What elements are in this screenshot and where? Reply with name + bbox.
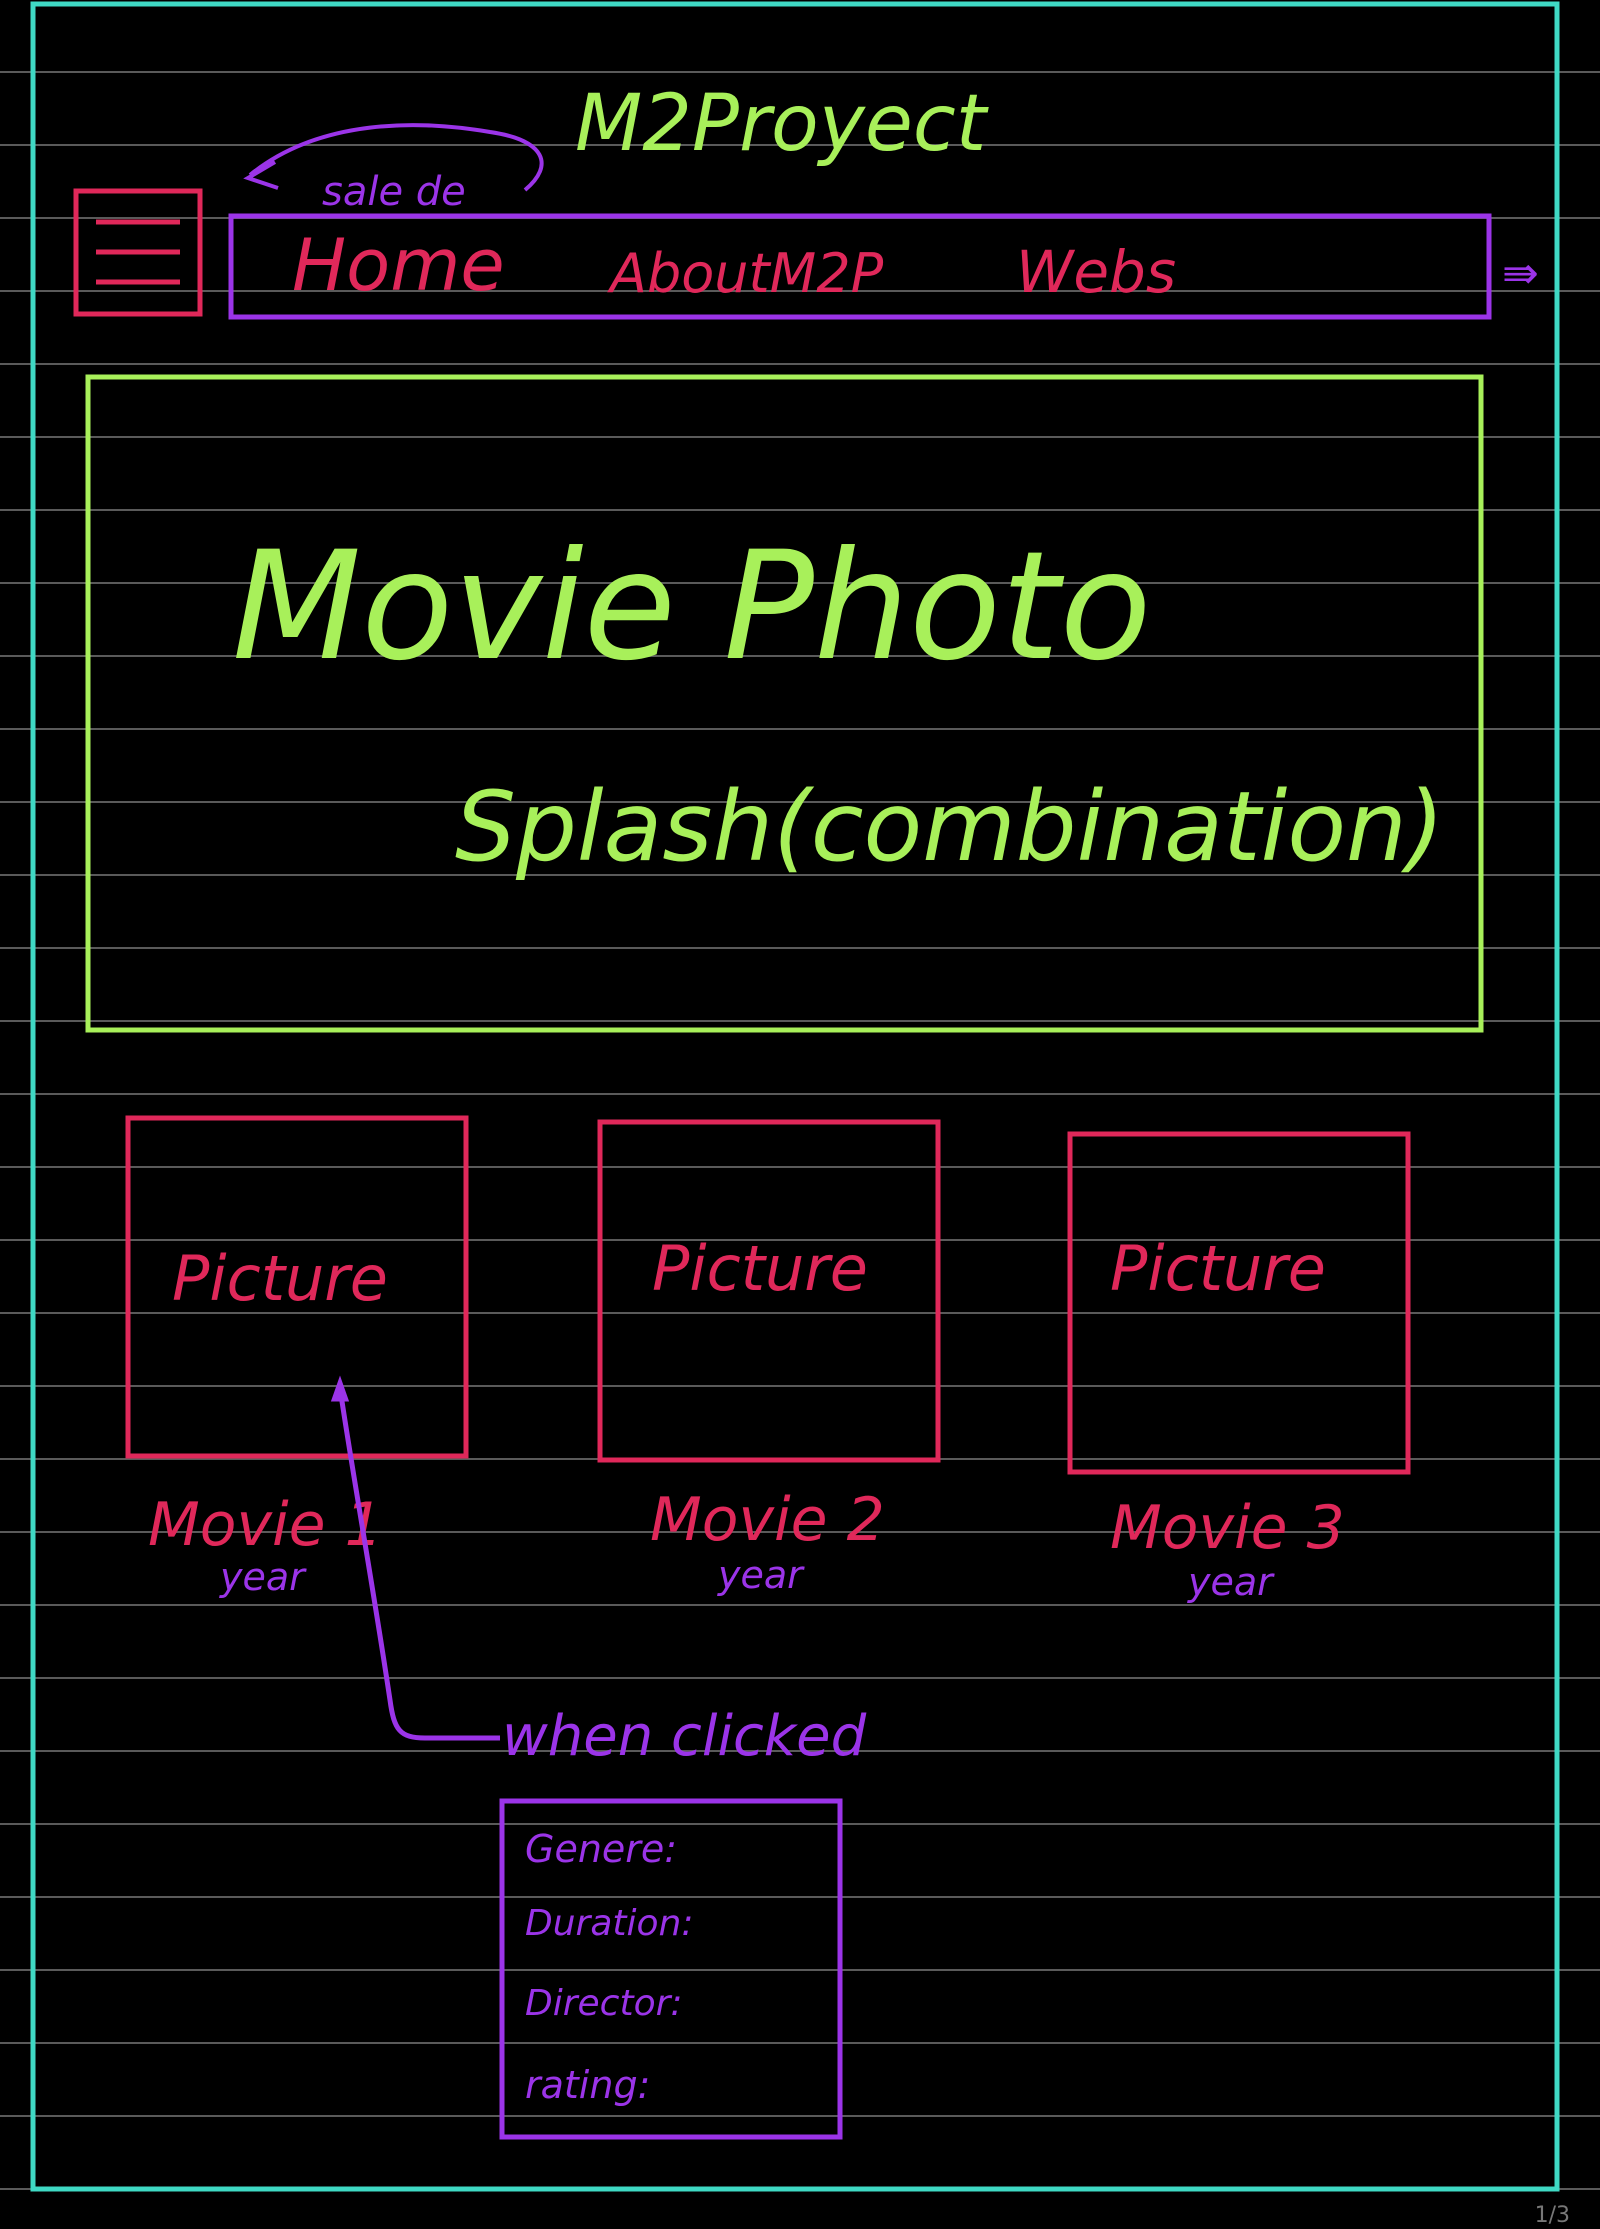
- nav-item-webs[interactable]: Webs: [1016, 238, 1176, 306]
- nav-overflow-icon[interactable]: ⇛: [1502, 248, 1539, 299]
- hero-title-line2: Splash(combination): [455, 771, 1444, 883]
- movie-card-2[interactable]: Picture Movie 2 year: [597, 1119, 941, 1597]
- sketch-page: M2Proyect sale de Home AboutM2P Webs ⇛ M…: [0, 0, 1600, 2229]
- menu-note-label: sale de: [322, 169, 466, 215]
- details-rating-label: rating:: [525, 2063, 650, 2107]
- click-connector-arrowhead: [330, 1375, 350, 1402]
- movie-card-1-name: Movie 1: [148, 1490, 383, 1560]
- movie-card-3-name: Movie 3: [1110, 1493, 1345, 1563]
- movie-card-3[interactable]: Picture Movie 3 year: [1067, 1131, 1411, 1604]
- movie-card-3-picture-label: Picture: [1110, 1232, 1326, 1305]
- movie-card-2-picture-label: Picture: [652, 1232, 868, 1305]
- movie-card-1-year: year: [219, 1555, 307, 1599]
- movie-card-3-year: year: [1187, 1560, 1275, 1604]
- page-number: 1/3: [1535, 2203, 1570, 2228]
- wireframe-sketch: M2Proyect sale de Home AboutM2P Webs ⇛ M…: [30, 1, 1570, 2228]
- project-title: M2Proyect: [575, 79, 989, 169]
- nav-item-home[interactable]: Home: [292, 223, 505, 307]
- movie-card-2-year: year: [717, 1553, 805, 1597]
- hero-title-line1: Movie Photo: [232, 520, 1151, 694]
- movie-details-popup: Genere: Duration: Director: rating:: [499, 1798, 843, 2140]
- click-connector-line: [337, 1387, 500, 1741]
- movie-card-2-name: Movie 2: [650, 1485, 885, 1555]
- hamburger-menu-button[interactable]: [73, 188, 203, 317]
- details-genre-label: Genere:: [525, 1827, 677, 1871]
- hero-splash: [85, 374, 1484, 1033]
- nav-item-about-m2p[interactable]: AboutM2P: [607, 242, 884, 305]
- movie-card-1[interactable]: Picture Movie 1 year: [125, 1115, 469, 1599]
- click-note-label: when clicked: [502, 1704, 867, 1769]
- details-duration-label: Duration:: [525, 1903, 694, 1944]
- details-director-label: Director:: [525, 1983, 683, 2024]
- page-frame: [30, 1, 1560, 2192]
- movie-card-1-picture-label: Picture: [172, 1242, 388, 1315]
